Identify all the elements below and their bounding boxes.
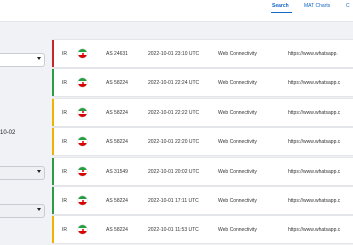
status-indicator — [52, 40, 54, 67]
measurement-date: 2022-10-01 20:02 UTC — [148, 168, 200, 175]
iran-flag-icon — [78, 137, 87, 147]
filter-select[interactable] — [0, 53, 45, 67]
iran-flag-icon — [78, 78, 87, 88]
input-url: https://www.whatsapp.c — [288, 109, 341, 116]
nav-active-underline — [271, 12, 292, 13]
asn-label: AS 58224 — [106, 80, 128, 87]
test-name: Web Connectivity — [218, 109, 257, 116]
measurement-date: 2022-10-01 22:24 UTC — [148, 80, 200, 87]
measurement-date: 2022-10-01 17:11 UTC — [148, 198, 199, 204]
test-name: Web Connectivity — [218, 80, 257, 87]
nav-search-link[interactable]: Search — [272, 3, 289, 9]
nav-next-link[interactable]: C — [346, 3, 350, 9]
result-row[interactable]: IR AS 58224 2022-10-01 22:22 UTC Web Connec… — [52, 97, 353, 127]
asn-label: AS 58224 — [106, 198, 128, 204]
country-code: IR — [62, 139, 67, 146]
country-code: IR — [62, 227, 67, 234]
result-row[interactable]: IR AS 31549 2022-10-01 20:02 UTC Web Connec… — [52, 156, 353, 186]
result-row[interactable]: IR AS 58224 2022-10-01 11:53 UTC Web Connec… — [52, 215, 353, 245]
chevron-down-icon — [37, 208, 41, 211]
chevron-down-icon — [37, 57, 41, 60]
iran-flag-icon — [78, 225, 87, 235]
iran-flag-icon — [78, 196, 87, 205]
input-url: https://www.whatsapp. — [288, 51, 338, 57]
country-code: IR — [62, 51, 67, 57]
status-indicator — [52, 69, 54, 97]
measurement-date: 2022-10-01 22:20 UTC — [148, 139, 200, 146]
chevron-down-icon — [37, 170, 41, 173]
results-list: IR AS 24631 2022-10-01 23:10 UTC Web Connec… — [52, 39, 353, 245]
iran-flag-icon — [78, 166, 87, 176]
flag-cell — [78, 137, 87, 147]
status-indicator — [52, 98, 54, 126]
result-row[interactable]: IR AS 24631 2022-10-01 23:10 UTC Web Connec… — [52, 39, 353, 68]
filter-select[interactable] — [0, 204, 45, 218]
asn-label: AS 24631 — [106, 51, 128, 57]
status-indicator — [52, 187, 54, 214]
status-indicator — [52, 216, 54, 244]
flag-cell — [78, 107, 87, 117]
input-url: https://www.whatsapp.c — [288, 139, 341, 146]
measurement-date: 2022-10-01 23:10 UTC — [148, 51, 200, 57]
status-indicator — [52, 157, 54, 185]
result-row[interactable]: IR AS 58224 2022-10-01 22:24 UTC Web Connec… — [52, 68, 353, 98]
flag-cell — [78, 78, 87, 88]
input-url: https://www.whatsapp.c — [288, 80, 341, 87]
flag-cell — [78, 225, 87, 235]
input-url: https://www.whatsapp.c — [288, 168, 341, 175]
test-name: Web Connectivity — [218, 139, 257, 146]
country-code: IR — [62, 109, 67, 116]
status-indicator — [52, 128, 54, 156]
test-name: Web Connectivity — [218, 51, 257, 57]
until-date-value[interactable]: 10-02 — [0, 130, 15, 136]
input-url: https://www.whatsapp.c — [288, 227, 341, 234]
flag-cell — [78, 166, 87, 176]
country-code: IR — [62, 80, 67, 87]
flag-cell — [78, 49, 87, 58]
input-url: https://www.whatsapp.c — [288, 198, 341, 204]
test-name: Web Connectivity — [218, 168, 257, 175]
asn-label: AS 58224 — [106, 227, 128, 234]
nav-mat-charts-link[interactable]: MAT Charts — [304, 3, 330, 9]
iran-flag-icon — [78, 107, 87, 117]
filter-select[interactable] — [0, 166, 45, 180]
top-navigation-bar: Search MAT Charts C — [0, 0, 353, 22]
measurement-date: 2022-10-01 11:53 UTC — [148, 227, 199, 234]
test-name: Web Connectivity — [218, 198, 257, 204]
asn-label: AS 31549 — [106, 168, 128, 175]
country-code: IR — [62, 198, 67, 204]
asn-label: AS 58224 — [106, 139, 128, 146]
measurement-date: 2022-10-01 22:22 UTC — [148, 109, 200, 116]
result-row[interactable]: IR AS 58224 2022-10-01 17:11 UTC Web Connec… — [52, 186, 353, 215]
iran-flag-icon — [78, 49, 87, 58]
asn-label: AS 58224 — [106, 109, 128, 116]
flag-cell — [78, 196, 87, 205]
result-row[interactable]: IR AS 58224 2022-10-01 22:20 UTC Web Connec… — [52, 127, 353, 157]
country-code: IR — [62, 168, 67, 175]
test-name: Web Connectivity — [218, 227, 257, 234]
filter-sidebar: 10-02 — [0, 22, 52, 245]
